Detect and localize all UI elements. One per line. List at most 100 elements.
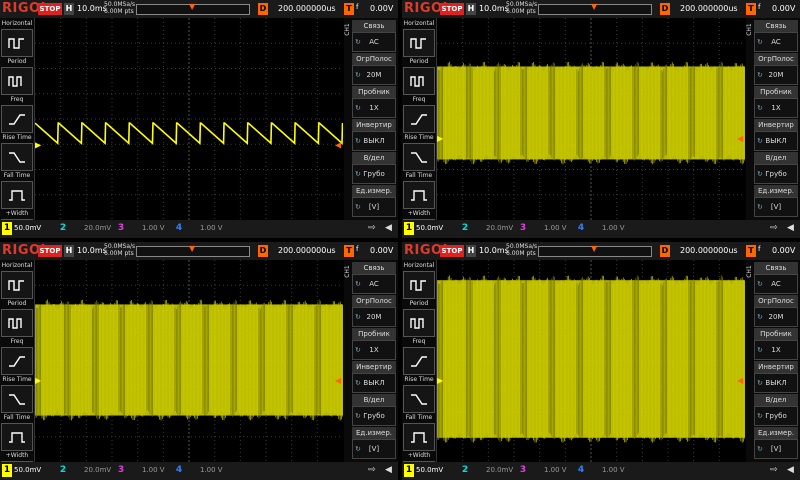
run-status-badge[interactable]: STOP [38, 245, 62, 257]
channel-menu-item[interactable]: Инвертир ↻ ВЫКЛ [352, 361, 396, 393]
channel-menu-item[interactable]: ОгрПолос ↻ 20M [754, 295, 798, 327]
delay-value[interactable]: 200.000000us [278, 4, 336, 13]
ch1-badge[interactable]: 1 [404, 464, 414, 477]
speaker-icon[interactable]: ◀ [385, 223, 392, 233]
menu-item-value[interactable]: ↻ AC [352, 32, 396, 52]
run-status-badge[interactable]: STOP [440, 245, 464, 257]
menu-item-value[interactable]: ↻ 1X [754, 340, 798, 360]
speaker-icon[interactable]: ◀ [787, 223, 794, 233]
menu-item-value[interactable]: ↻ Грубо [754, 164, 798, 184]
timebase-value[interactable]: 10.0ms [77, 246, 107, 255]
ch2-badge[interactable]: 2 [460, 222, 470, 235]
speaker-icon[interactable]: ◀ [385, 465, 392, 475]
measure-button-pos-width[interactable] [1, 423, 33, 451]
measure-button-period[interactable] [1, 29, 33, 57]
channel-menu-item[interactable]: Ед.измер. ↻ [V] [754, 185, 798, 217]
waveform-display[interactable]: ▶ ◀ [35, 18, 343, 220]
menu-item-value[interactable]: ↻ 1X [352, 340, 396, 360]
delay-value[interactable]: 200.000000us [680, 246, 738, 255]
timebase-value[interactable]: 10.0ms [479, 246, 509, 255]
ch1-badge[interactable]: 1 [2, 464, 12, 477]
ch4-badge[interactable]: 4 [174, 222, 184, 235]
channel-menu-item[interactable]: В/дел ↻ Грубо [754, 394, 798, 426]
channel-menu-item[interactable]: Инвертир ↻ ВЫКЛ [352, 119, 396, 151]
channel-menu-item[interactable]: В/дел ↻ Грубо [352, 394, 396, 426]
menu-item-value[interactable]: ↻ ВЫКЛ [352, 131, 396, 151]
measure-button-freq[interactable] [403, 67, 435, 95]
channel-menu-item[interactable]: Связь ↻ AC [352, 262, 396, 294]
menu-item-value[interactable]: ↻ 20M [754, 65, 798, 85]
measure-button-freq[interactable] [403, 309, 435, 337]
menu-item-value[interactable]: ↻ [V] [754, 439, 798, 459]
measure-button-fall-time[interactable] [403, 385, 435, 413]
memory-position-bar[interactable]: ▼ [538, 2, 652, 15]
ch3-badge[interactable]: 3 [518, 464, 528, 477]
memory-position-bar[interactable]: ▼ [136, 2, 250, 15]
measure-button-freq[interactable] [1, 67, 33, 95]
delay-value[interactable]: 200.000000us [278, 246, 336, 255]
run-status-badge[interactable]: STOP [440, 3, 464, 15]
channel-menu-item[interactable]: ОгрПолос ↻ 20M [352, 53, 396, 85]
ch4-badge[interactable]: 4 [174, 464, 184, 477]
menu-item-value[interactable]: ↻ ВЫКЛ [754, 131, 798, 151]
menu-item-value[interactable]: ↻ 1X [754, 98, 798, 118]
menu-item-value[interactable]: ↻ ВЫКЛ [754, 373, 798, 393]
measure-button-fall-time[interactable] [403, 143, 435, 171]
menu-item-value[interactable]: ↻ [V] [352, 197, 396, 217]
menu-item-value[interactable]: ↻ 1X [352, 98, 396, 118]
trigger-level-value[interactable]: 0.00V [772, 4, 795, 13]
menu-item-value[interactable]: ↻ AC [754, 274, 798, 294]
channel-menu-item[interactable]: Ед.измер. ↻ [V] [352, 185, 396, 217]
trigger-level-value[interactable]: 0.00V [370, 4, 393, 13]
channel-menu-item[interactable]: ОгрПолос ↻ 20M [754, 53, 798, 85]
channel-menu-item[interactable]: Ед.измер. ↻ [V] [754, 427, 798, 459]
channel-menu-item[interactable]: Связь ↻ AC [754, 20, 798, 52]
channel-menu-item[interactable]: Связь ↻ AC [352, 20, 396, 52]
channel-menu-item[interactable]: Инвертир ↻ ВЫКЛ [754, 361, 798, 393]
measure-button-period[interactable] [403, 271, 435, 299]
delay-value[interactable]: 200.000000us [680, 4, 738, 13]
menu-item-value[interactable]: ↻ Грубо [754, 406, 798, 426]
menu-item-value[interactable]: ↻ [V] [352, 439, 396, 459]
ch2-badge[interactable]: 2 [58, 464, 68, 477]
channel-menu-item[interactable]: В/дел ↻ Грубо [352, 152, 396, 184]
menu-item-value[interactable]: ↻ AC [754, 32, 798, 52]
ch2-badge[interactable]: 2 [58, 222, 68, 235]
timebase-value[interactable]: 10.0ms [479, 4, 509, 13]
trigger-level-value[interactable]: 0.00V [370, 246, 393, 255]
menu-item-value[interactable]: ↻ Грубо [352, 164, 396, 184]
memory-position-bar[interactable]: ▼ [538, 244, 652, 257]
timebase-value[interactable]: 10.0ms [77, 4, 107, 13]
measure-button-fall-time[interactable] [1, 143, 33, 171]
ch2-badge[interactable]: 2 [460, 464, 470, 477]
measure-button-pos-width[interactable] [403, 181, 435, 209]
channel-menu-item[interactable]: Пробник ↻ 1X [352, 328, 396, 360]
waveform-display[interactable]: ▶ ◀ [437, 260, 745, 462]
measure-button-period[interactable] [403, 29, 435, 57]
menu-item-value[interactable]: ↻ [V] [754, 197, 798, 217]
menu-item-value[interactable]: ↻ 20M [352, 65, 396, 85]
measure-button-fall-time[interactable] [1, 385, 33, 413]
channel-menu-item[interactable]: ОгрПолос ↻ 20M [352, 295, 396, 327]
memory-position-bar[interactable]: ▼ [136, 244, 250, 257]
channel-menu-item[interactable]: Ед.измер. ↻ [V] [352, 427, 396, 459]
menu-item-value[interactable]: ↻ 20M [352, 307, 396, 327]
menu-item-value[interactable]: ↻ ВЫКЛ [352, 373, 396, 393]
measure-button-rise-time[interactable] [403, 105, 435, 133]
ch3-badge[interactable]: 3 [518, 222, 528, 235]
channel-menu-item[interactable]: Инвертир ↻ ВЫКЛ [754, 119, 798, 151]
speaker-icon[interactable]: ◀ [787, 465, 794, 475]
ch1-badge[interactable]: 1 [2, 222, 12, 235]
channel-menu-item[interactable]: Связь ↻ AC [754, 262, 798, 294]
ch4-badge[interactable]: 4 [576, 464, 586, 477]
channel-menu-item[interactable]: В/дел ↻ Грубо [754, 152, 798, 184]
ch3-badge[interactable]: 3 [116, 222, 126, 235]
measure-button-rise-time[interactable] [403, 347, 435, 375]
measure-button-period[interactable] [1, 271, 33, 299]
trigger-level-value[interactable]: 0.00V [772, 246, 795, 255]
menu-item-value[interactable]: ↻ AC [352, 274, 396, 294]
ch3-badge[interactable]: 3 [116, 464, 126, 477]
menu-item-value[interactable]: ↻ Грубо [352, 406, 396, 426]
ch4-badge[interactable]: 4 [576, 222, 586, 235]
waveform-display[interactable]: ▶ ◀ [437, 18, 745, 220]
